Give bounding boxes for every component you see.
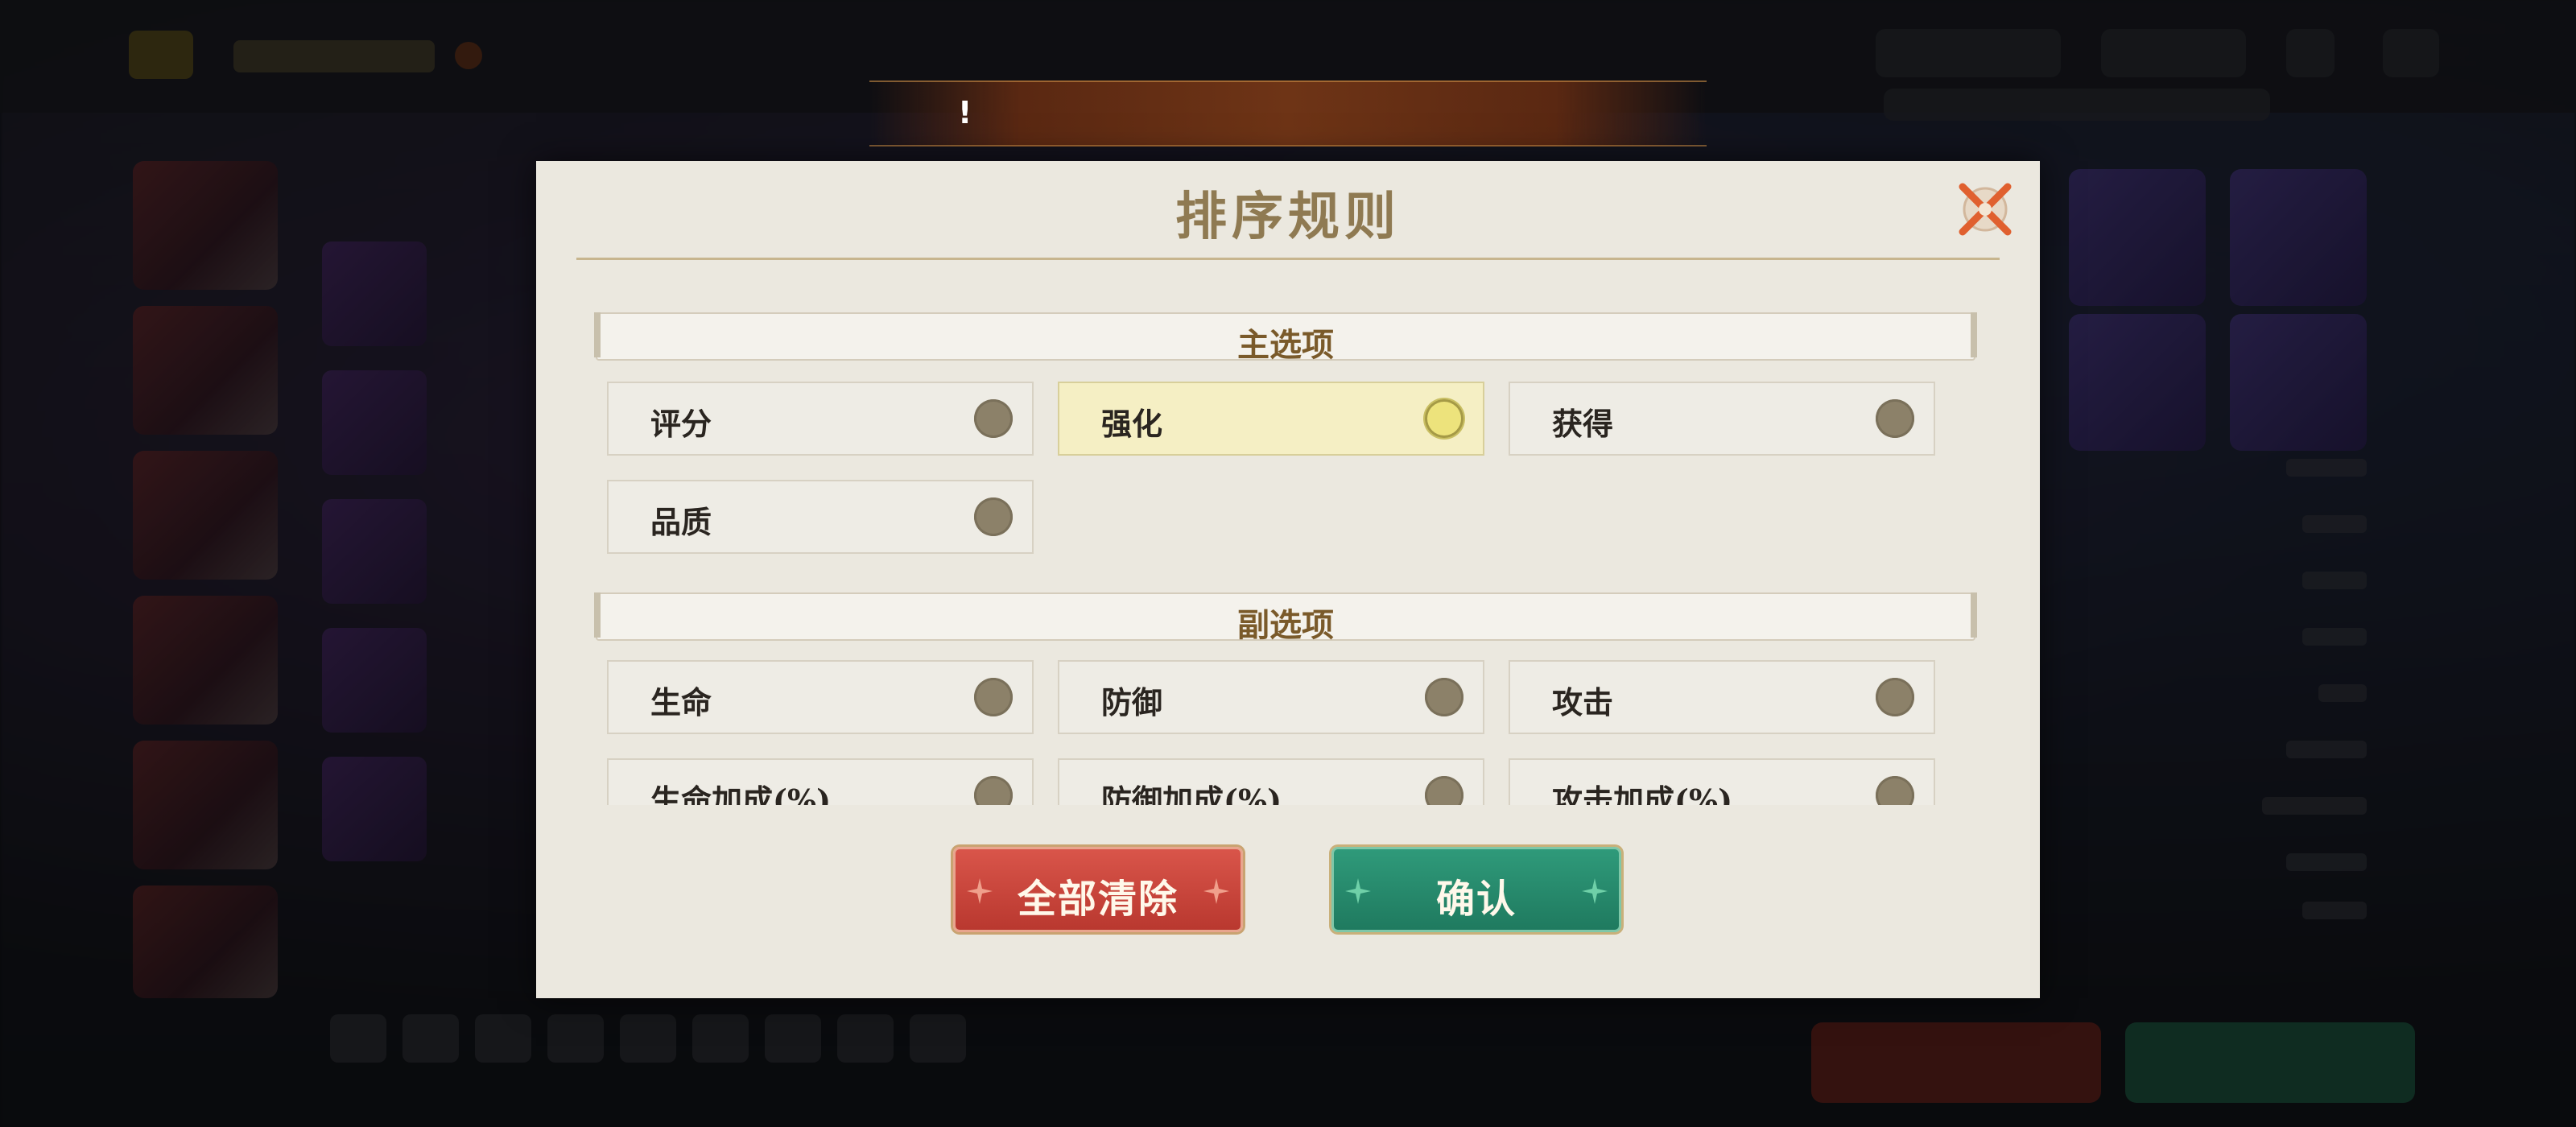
radio-indicator	[1876, 678, 1914, 716]
radio-indicator	[1876, 399, 1914, 438]
radio-indicator	[1876, 776, 1914, 805]
clear-all-label: 全部清除	[1017, 877, 1179, 922]
secondary-section-header: 副选项	[594, 592, 1977, 644]
option-label: 生命加成(%)	[650, 782, 832, 805]
confirm-label: 确认	[1435, 877, 1517, 922]
option-quality[interactable]: 品质	[607, 480, 1034, 554]
clear-all-button[interactable]: 全部清除	[953, 847, 1243, 932]
option-attack[interactable]: 攻击	[1509, 660, 1935, 734]
option-label: 防御加成(%)	[1101, 782, 1282, 805]
radio-indicator-selected	[1425, 399, 1463, 438]
radio-indicator	[1425, 678, 1463, 716]
primary-section-header: 主选项	[594, 312, 1977, 364]
option-label: 生命	[650, 684, 712, 720]
option-score[interactable]: 评分	[607, 382, 1034, 456]
sort-rules-dialog: 排序规则 主选项 评分 强化 获得 品质 副选项 生命 防御 攻击 生命加成(%…	[536, 161, 2040, 998]
confirm-button[interactable]: 确认	[1331, 847, 1621, 932]
close-button[interactable]	[1955, 179, 2016, 240]
option-defense-bonus[interactable]: 防御加成(%)	[1058, 758, 1484, 805]
option-label: 获得	[1552, 406, 1614, 442]
option-label: 品质	[650, 504, 712, 540]
warning-banner: !	[869, 80, 1707, 147]
sparkle-icon	[1203, 878, 1229, 904]
option-obtained[interactable]: 获得	[1509, 382, 1935, 456]
option-label: 攻击加成(%)	[1552, 782, 1733, 805]
title-divider	[576, 258, 2000, 260]
options-scroll-area[interactable]: 主选项 评分 强化 获得 品质 副选项 生命 防御 攻击 生命加成(%) 防御加…	[536, 290, 2040, 805]
radio-indicator	[974, 776, 1013, 805]
radio-indicator	[1425, 776, 1463, 805]
option-label: 防御	[1101, 684, 1163, 720]
secondary-section-label: 副选项	[1237, 606, 1334, 644]
radio-indicator	[974, 678, 1013, 716]
radio-indicator	[974, 399, 1013, 438]
option-hp[interactable]: 生命	[607, 660, 1034, 734]
primary-section-label: 主选项	[1237, 326, 1334, 364]
radio-indicator	[974, 497, 1013, 536]
option-enhance[interactable]: 强化	[1058, 382, 1484, 456]
exclamation-icon: !	[958, 95, 972, 130]
close-icon	[1959, 183, 2012, 236]
option-hp-bonus[interactable]: 生命加成(%)	[607, 758, 1034, 805]
option-label: 强化	[1101, 406, 1163, 442]
option-defense[interactable]: 防御	[1058, 660, 1484, 734]
option-label: 攻击	[1552, 684, 1614, 720]
dialog-title: 排序规则	[1175, 187, 1401, 247]
option-label: 评分	[650, 406, 712, 442]
sparkle-icon	[1582, 878, 1608, 904]
option-attack-bonus[interactable]: 攻击加成(%)	[1509, 758, 1935, 805]
